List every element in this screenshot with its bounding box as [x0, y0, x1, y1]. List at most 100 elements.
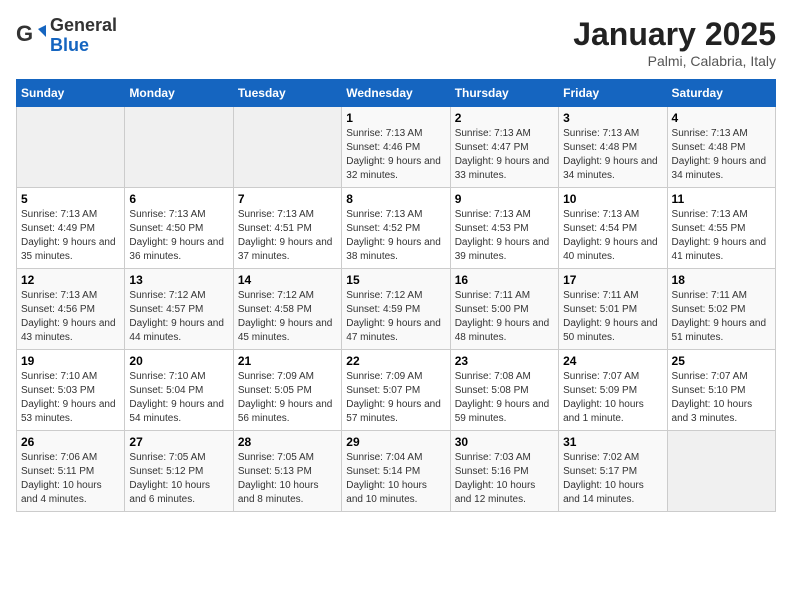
day-cell: 24 Sunrise: 7:07 AM Sunset: 5:09 PM Dayli… — [559, 350, 667, 431]
day-number: 13 — [129, 273, 228, 287]
day-info: Sunrise: 7:11 AM Sunset: 5:00 PM Dayligh… — [455, 289, 554, 345]
week-row-5: 26Sunrise: 7:06 AM Sunset: 5:11 PM Dayli… — [17, 431, 776, 512]
day-info: Sunrise: 7:13 AM Sunset: 4:53 PM Dayligh… — [455, 208, 554, 264]
day-info: Sunrise: 7:12 AM Sunset: 4:59 PM Dayligh… — [346, 289, 445, 345]
weekday-header-row: SundayMondayTuesdayWednesdayThursdayFrid… — [17, 80, 776, 107]
weekday-header-friday: Friday — [559, 80, 667, 107]
day-info: Sunrise: 7:07 AM Sunset: 5:09 PM Dayligh… — [563, 370, 662, 426]
calendar-table: SundayMondayTuesdayWednesdayThursdayFrid… — [16, 79, 776, 512]
day-info: Sunrise: 7:05 AM Sunset: 5:13 PM Dayligh… — [238, 451, 337, 507]
weekday-header-wednesday: Wednesday — [342, 80, 450, 107]
day-cell: 29 Sunrise: 7:04 AM Sunset: 5:14 PM Dayli… — [342, 431, 450, 512]
day-number: 29 — [346, 435, 445, 449]
day-cell: 18 Sunrise: 7:11 AM Sunset: 5:02 PM Dayli… — [667, 269, 775, 350]
day-info: Sunrise: 7:11 AM Sunset: 5:02 PM Dayligh… — [672, 289, 771, 345]
day-cell — [17, 107, 125, 188]
day-info: Sunrise: 7:10 AM Sunset: 5:03 PM Dayligh… — [21, 370, 120, 426]
day-number: 1 — [346, 111, 445, 125]
day-info: Sunrise: 7:13 AM Sunset: 4:48 PM Dayligh… — [563, 127, 662, 183]
svg-text:G: G — [16, 21, 33, 46]
day-cell: 2 Sunrise: 7:13 AM Sunset: 4:47 PM Daylig… — [450, 107, 558, 188]
day-cell: 20 Sunrise: 7:10 AM Sunset: 5:04 PM Dayli… — [125, 350, 233, 431]
day-number: 25 — [672, 354, 771, 368]
day-number: 2 — [455, 111, 554, 125]
day-number: 16 — [455, 273, 554, 287]
day-cell — [125, 107, 233, 188]
day-info: Sunrise: 7:10 AM Sunset: 5:04 PM Dayligh… — [129, 370, 228, 426]
day-cell: 1 Sunrise: 7:13 AM Sunset: 4:46 PM Daylig… — [342, 107, 450, 188]
logo: G General Blue — [16, 16, 117, 56]
day-cell: 4Sunrise: 7:13 AM Sunset: 4:48 PM Daylig… — [667, 107, 775, 188]
day-number: 21 — [238, 354, 337, 368]
day-cell — [233, 107, 341, 188]
day-number: 11 — [672, 192, 771, 206]
day-cell: 19 Sunrise: 7:10 AM Sunset: 5:03 PM Dayli… — [17, 350, 125, 431]
day-number: 4 — [672, 111, 771, 125]
day-number: 9 — [455, 192, 554, 206]
day-info: Sunrise: 7:13 AM Sunset: 4:55 PM Dayligh… — [672, 208, 771, 264]
day-cell: 5 Sunrise: 7:13 AM Sunset: 4:49 PM Daylig… — [17, 188, 125, 269]
day-info: Sunrise: 7:05 AM Sunset: 5:12 PM Dayligh… — [129, 451, 228, 507]
day-info: Sunrise: 7:03 AM Sunset: 5:16 PM Dayligh… — [455, 451, 554, 507]
week-row-1: 1 Sunrise: 7:13 AM Sunset: 4:46 PM Daylig… — [17, 107, 776, 188]
weekday-header-tuesday: Tuesday — [233, 80, 341, 107]
day-cell: 15 Sunrise: 7:12 AM Sunset: 4:59 PM Dayli… — [342, 269, 450, 350]
day-info: Sunrise: 7:13 AM Sunset: 4:56 PM Dayligh… — [21, 289, 120, 345]
day-cell: 10 Sunrise: 7:13 AM Sunset: 4:54 PM Dayli… — [559, 188, 667, 269]
day-number: 5 — [21, 192, 120, 206]
day-cell: 25Sunrise: 7:07 AM Sunset: 5:10 PM Dayli… — [667, 350, 775, 431]
day-info: Sunrise: 7:09 AM Sunset: 5:07 PM Dayligh… — [346, 370, 445, 426]
day-cell: 16 Sunrise: 7:11 AM Sunset: 5:00 PM Dayli… — [450, 269, 558, 350]
week-row-3: 12Sunrise: 7:13 AM Sunset: 4:56 PM Dayli… — [17, 269, 776, 350]
weekday-header-thursday: Thursday — [450, 80, 558, 107]
day-number: 15 — [346, 273, 445, 287]
day-info: Sunrise: 7:02 AM Sunset: 5:17 PM Dayligh… — [563, 451, 662, 507]
logo-blue-text: Blue — [50, 36, 117, 56]
day-cell: 3 Sunrise: 7:13 AM Sunset: 4:48 PM Daylig… — [559, 107, 667, 188]
day-cell: 13Sunrise: 7:12 AM Sunset: 4:57 PM Dayli… — [125, 269, 233, 350]
day-info: Sunrise: 7:11 AM Sunset: 5:01 PM Dayligh… — [563, 289, 662, 345]
day-cell: 17 Sunrise: 7:11 AM Sunset: 5:01 PM Dayli… — [559, 269, 667, 350]
logo-icon: G — [16, 21, 46, 51]
day-number: 10 — [563, 192, 662, 206]
week-row-4: 19 Sunrise: 7:10 AM Sunset: 5:03 PM Dayli… — [17, 350, 776, 431]
day-info: Sunrise: 7:12 AM Sunset: 4:58 PM Dayligh… — [238, 289, 337, 345]
day-info: Sunrise: 7:13 AM Sunset: 4:51 PM Dayligh… — [238, 208, 337, 264]
day-number: 19 — [21, 354, 120, 368]
day-cell: 23 Sunrise: 7:08 AM Sunset: 5:08 PM Dayli… — [450, 350, 558, 431]
day-number: 7 — [238, 192, 337, 206]
day-number: 17 — [563, 273, 662, 287]
day-cell: 14Sunrise: 7:12 AM Sunset: 4:58 PM Dayli… — [233, 269, 341, 350]
day-number: 20 — [129, 354, 228, 368]
day-info: Sunrise: 7:04 AM Sunset: 5:14 PM Dayligh… — [346, 451, 445, 507]
day-info: Sunrise: 7:09 AM Sunset: 5:05 PM Dayligh… — [238, 370, 337, 426]
day-info: Sunrise: 7:13 AM Sunset: 4:47 PM Dayligh… — [455, 127, 554, 183]
day-info: Sunrise: 7:06 AM Sunset: 5:11 PM Dayligh… — [21, 451, 120, 507]
location-text: Palmi, Calabria, Italy — [573, 53, 776, 69]
day-cell: 31 Sunrise: 7:02 AM Sunset: 5:17 PM Dayli… — [559, 431, 667, 512]
day-cell: 7 Sunrise: 7:13 AM Sunset: 4:51 PM Daylig… — [233, 188, 341, 269]
day-number: 23 — [455, 354, 554, 368]
day-cell: 11 Sunrise: 7:13 AM Sunset: 4:55 PM Dayli… — [667, 188, 775, 269]
month-title: January 2025 — [573, 16, 776, 53]
day-number: 24 — [563, 354, 662, 368]
day-cell: 12Sunrise: 7:13 AM Sunset: 4:56 PM Dayli… — [17, 269, 125, 350]
day-number: 3 — [563, 111, 662, 125]
day-info: Sunrise: 7:13 AM Sunset: 4:46 PM Dayligh… — [346, 127, 445, 183]
day-info: Sunrise: 7:13 AM Sunset: 4:54 PM Dayligh… — [563, 208, 662, 264]
page-header: G General Blue January 2025 Palmi, Calab… — [16, 16, 776, 69]
day-info: Sunrise: 7:13 AM Sunset: 4:49 PM Dayligh… — [21, 208, 120, 264]
day-number: 8 — [346, 192, 445, 206]
day-info: Sunrise: 7:13 AM Sunset: 4:52 PM Dayligh… — [346, 208, 445, 264]
day-cell: 28Sunrise: 7:05 AM Sunset: 5:13 PM Dayli… — [233, 431, 341, 512]
day-number: 6 — [129, 192, 228, 206]
weekday-header-saturday: Saturday — [667, 80, 775, 107]
day-info: Sunrise: 7:08 AM Sunset: 5:08 PM Dayligh… — [455, 370, 554, 426]
day-number: 27 — [129, 435, 228, 449]
weekday-header-monday: Monday — [125, 80, 233, 107]
day-cell — [667, 431, 775, 512]
weekday-header-sunday: Sunday — [17, 80, 125, 107]
day-number: 18 — [672, 273, 771, 287]
title-section: January 2025 Palmi, Calabria, Italy — [573, 16, 776, 69]
day-number: 31 — [563, 435, 662, 449]
